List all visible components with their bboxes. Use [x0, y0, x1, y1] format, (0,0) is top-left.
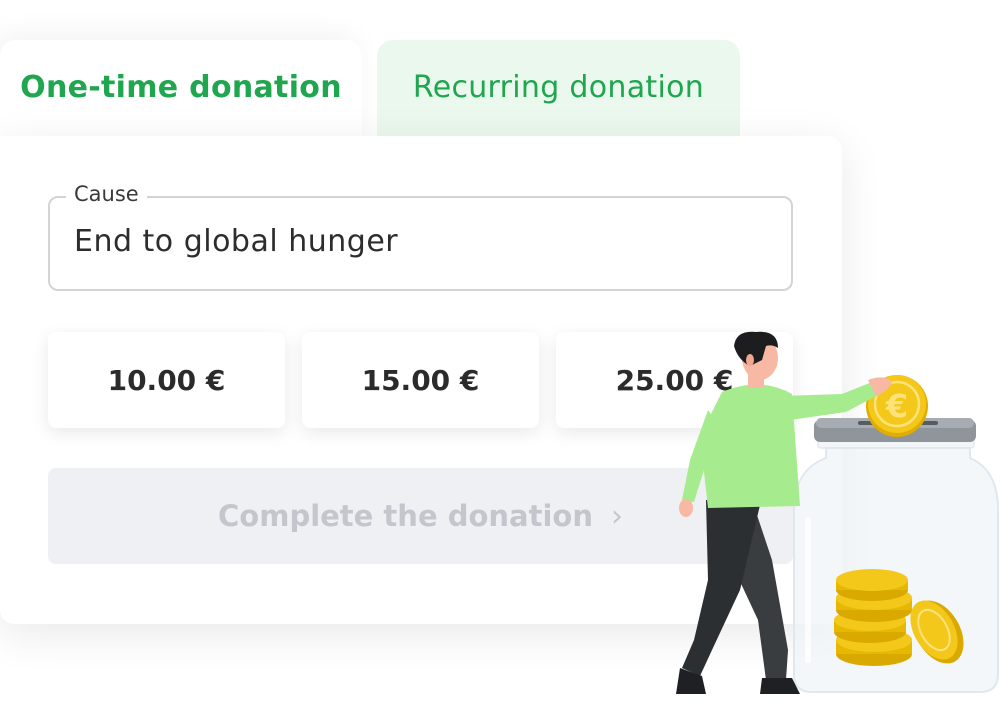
euro-symbol: €: [885, 387, 908, 425]
donation-illustration: €: [676, 331, 999, 694]
